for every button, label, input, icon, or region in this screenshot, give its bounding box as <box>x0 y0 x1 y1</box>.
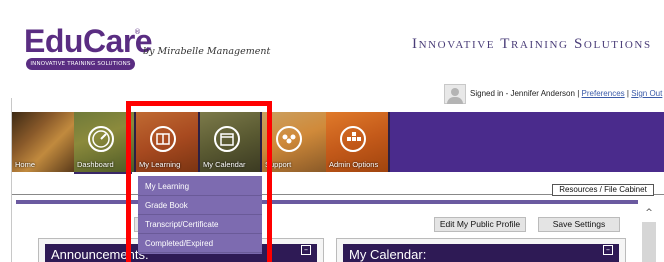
admin-grid-icon <box>340 126 366 152</box>
user-avatar-icon <box>444 84 466 104</box>
scrollbar-track[interactable] <box>642 222 656 262</box>
highlight-box <box>126 101 272 262</box>
nav-item-label: Home <box>15 160 36 169</box>
logo-subtitle: INNOVATIVE TRAINING SOLUTIONS <box>26 58 135 70</box>
nav-item-label: Dashboard <box>77 160 114 169</box>
minimize-icon[interactable]: – <box>301 245 311 255</box>
separator: | <box>577 89 580 98</box>
resources-file-cabinet-button[interactable]: Resources / File Cabinet <box>552 184 654 196</box>
panel-header: My Calendar: – <box>343 244 619 262</box>
edit-public-profile-button[interactable]: Edit My Public Profile <box>434 217 526 232</box>
preferences-link[interactable]: Preferences <box>582 89 625 98</box>
panel-title: My Calendar: <box>349 247 427 262</box>
by-line: by Mirabelle Management <box>143 46 271 57</box>
support-people-icon <box>276 126 302 152</box>
active-nav-underline <box>74 172 132 174</box>
save-settings-button[interactable]: Save Settings <box>538 217 620 232</box>
nav-item-home[interactable]: Home <box>12 112 74 172</box>
educare-logo[interactable]: EduCare ® INNOVATIVE TRAINING SOLUTIONS <box>22 24 153 72</box>
nav-bar-filler <box>390 112 664 172</box>
logo-wordmark: EduCare <box>24 23 153 59</box>
scroll-up-arrow-icon[interactable]: ^ <box>642 206 656 220</box>
nav-item-label: Admin Options <box>329 160 379 169</box>
site-tagline: Innovative Training Solutions <box>412 36 652 52</box>
logo-registered-mark: ® <box>134 28 141 36</box>
nav-item-admin-options[interactable]: Admin Options <box>326 112 388 172</box>
nav-item-dashboard[interactable]: Dashboard <box>74 112 134 172</box>
sign-out-link[interactable]: Sign Out <box>631 89 662 98</box>
signed-in-text: Signed in - Jennifer Anderson <box>470 89 575 98</box>
minimize-icon[interactable]: – <box>603 245 613 255</box>
dashboard-gauge-icon <box>88 126 114 152</box>
signed-in-bar: Signed in - Jennifer Anderson | Preferen… <box>470 89 662 98</box>
separator: | <box>626 89 629 98</box>
calendar-panel: My Calendar: – <box>336 238 626 262</box>
